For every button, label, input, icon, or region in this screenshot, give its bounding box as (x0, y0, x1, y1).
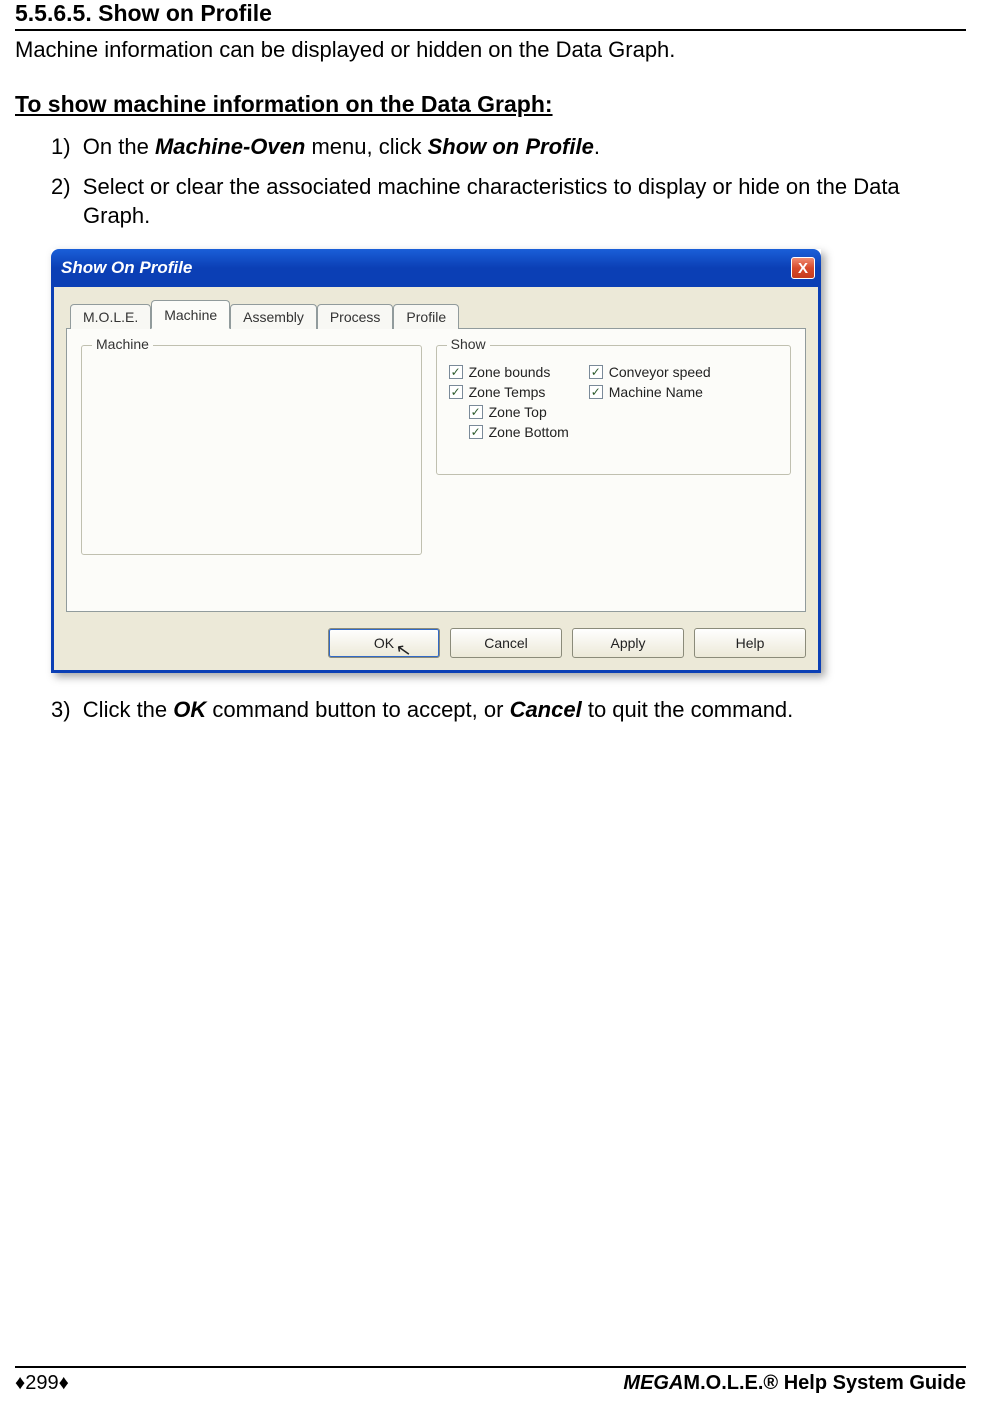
tab-strip: M.O.L.E. Machine Assembly Process Profil… (70, 299, 806, 328)
checkbox-label: Zone bounds (469, 364, 551, 380)
step-number: 1) (51, 134, 71, 159)
groupbox-legend: Machine (92, 336, 153, 352)
step-text: to quit the command. (582, 697, 794, 722)
cancel-button[interactable]: Cancel (450, 628, 562, 658)
tab-mole[interactable]: M.O.L.E. (70, 304, 151, 329)
step-3: 3) Click the OK command button to accept… (51, 695, 966, 725)
command-name: Show on Profile (428, 134, 594, 159)
cancel-ref: Cancel (510, 697, 582, 722)
checkbox-zone-bottom[interactable]: ✓ Zone Bottom (469, 424, 569, 440)
help-button[interactable]: Help (694, 628, 806, 658)
close-icon: X (798, 260, 808, 277)
checkbox-zone-bounds[interactable]: ✓ Zone bounds (449, 364, 569, 380)
show-columns: ✓ Zone bounds ✓ Zone Temps ✓ Zone Top (449, 364, 778, 444)
ok-button[interactable]: OK ↖ (328, 628, 440, 658)
checkbox-label: Conveyor speed (609, 364, 711, 380)
checkbox-zone-top[interactable]: ✓ Zone Top (469, 404, 569, 420)
tab-machine[interactable]: Machine (151, 300, 230, 329)
checkbox-zone-temps[interactable]: ✓ Zone Temps (449, 384, 569, 400)
show-col-right: ✓ Conveyor speed ✓ Machine Name (589, 364, 711, 444)
tab-assembly[interactable]: Assembly (230, 304, 317, 329)
groupbox-show: Show ✓ Zone bounds ✓ Zone Temps ✓ (436, 345, 791, 475)
step-text: Select or clear the associated machine c… (83, 174, 900, 229)
dialog-button-row: OK ↖ Cancel Apply Help (66, 628, 806, 658)
steps-list: 1) On the Machine-Oven menu, click Show … (15, 132, 966, 231)
check-icon: ✓ (589, 385, 603, 399)
step-2: 2) Select or clear the associated machin… (51, 172, 966, 231)
checkbox-label: Zone Bottom (489, 424, 569, 440)
check-icon: ✓ (449, 385, 463, 399)
checkbox-machine-name[interactable]: ✓ Machine Name (589, 384, 711, 400)
checkbox-conveyor-speed[interactable]: ✓ Conveyor speed (589, 364, 711, 380)
step-text: menu, click (305, 134, 427, 159)
menu-name: Machine-Oven (155, 134, 305, 159)
button-label: OK (374, 635, 394, 651)
step-number: 3) (51, 697, 71, 722)
sub-heading: To show machine information on the Data … (15, 91, 966, 118)
step-text: . (594, 134, 600, 159)
page-number: ♦299♦ (15, 1372, 69, 1395)
tab-profile[interactable]: Profile (393, 304, 459, 329)
dialog-body: M.O.L.E. Machine Assembly Process Profil… (51, 287, 821, 673)
tab-process[interactable]: Process (317, 304, 394, 329)
check-icon: ✓ (589, 365, 603, 379)
guide-title-prefix: MEGA (623, 1372, 683, 1394)
ok-ref: OK (173, 697, 206, 722)
checkbox-label: Zone Top (489, 404, 547, 420)
section-heading: 5.5.6.5. Show on Profile (15, 0, 966, 31)
dialog-show-on-profile: Show On Profile X M.O.L.E. Machine Assem… (51, 249, 821, 673)
page-footer: ♦299♦ MEGAM.O.L.E.® Help System Guide (15, 1366, 966, 1395)
check-icon: ✓ (449, 365, 463, 379)
step-1: 1) On the Machine-Oven menu, click Show … (51, 132, 966, 162)
intro-text: Machine information can be displayed or … (15, 37, 966, 63)
groupbox-machine: Machine (81, 345, 422, 555)
step-text: command button to accept, or (206, 697, 509, 722)
check-icon: ✓ (469, 405, 483, 419)
dialog-titlebar: Show On Profile X (51, 249, 821, 287)
steps-list-cont: 3) Click the OK command button to accept… (15, 695, 966, 725)
step-text: Click the (83, 697, 173, 722)
tab-page-machine: Machine Show ✓ Zone bounds ✓ Zone Temps (66, 328, 806, 612)
guide-title-rest: M.O.L.E.® Help System Guide (683, 1372, 966, 1394)
show-col-left: ✓ Zone bounds ✓ Zone Temps ✓ Zone Top (449, 364, 569, 444)
guide-title: MEGAM.O.L.E.® Help System Guide (623, 1372, 966, 1395)
close-button[interactable]: X (791, 257, 815, 279)
step-text: On the (83, 134, 155, 159)
apply-button[interactable]: Apply (572, 628, 684, 658)
checkbox-label: Zone Temps (469, 384, 546, 400)
groupbox-legend: Show (447, 336, 490, 352)
step-number: 2) (51, 174, 71, 199)
checkbox-label: Machine Name (609, 384, 703, 400)
cursor-icon: ↖ (394, 639, 413, 662)
check-icon: ✓ (469, 425, 483, 439)
dialog-title: Show On Profile (61, 258, 192, 278)
